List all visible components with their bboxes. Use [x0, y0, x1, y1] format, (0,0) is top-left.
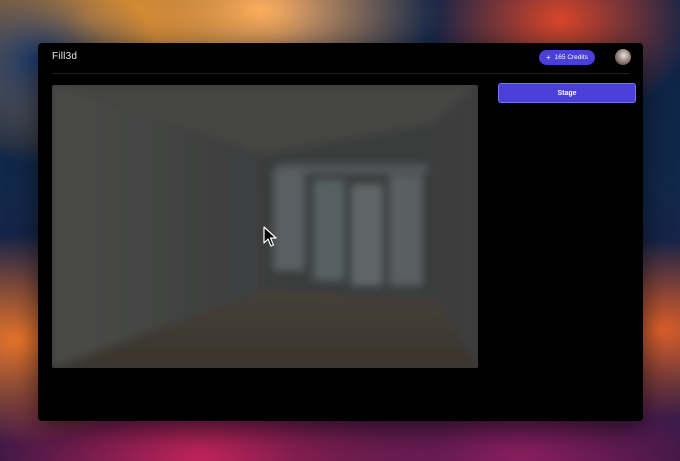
desktop-wallpaper: Fill3d + 165 Credits Stage — [0, 0, 680, 461]
credits-button[interactable]: + 165 Credits — [539, 50, 595, 65]
stage-button[interactable]: Stage — [498, 83, 636, 103]
app-window: Fill3d + 165 Credits Stage — [38, 43, 643, 421]
app-logo[interactable]: Fill3d — [52, 51, 77, 62]
plus-icon: + — [546, 52, 551, 62]
credits-label: 165 Credits — [554, 54, 588, 61]
header-divider — [52, 73, 630, 74]
app-header: Fill3d + 165 Credits — [38, 43, 643, 71]
user-avatar[interactable] — [615, 49, 631, 65]
mouse-cursor-icon — [263, 226, 277, 253]
